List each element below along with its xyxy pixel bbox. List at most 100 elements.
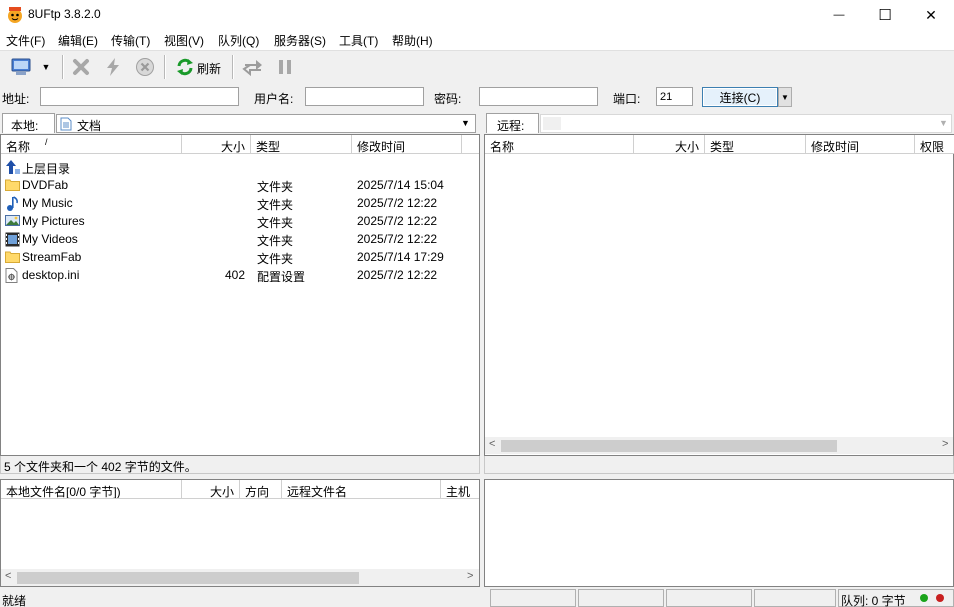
- username-input[interactable]: [305, 87, 424, 106]
- pictures-folder-icon: [5, 214, 20, 229]
- pause-icon[interactable]: [274, 56, 296, 78]
- address-input[interactable]: [40, 87, 239, 106]
- file-name: My Videos: [22, 232, 78, 246]
- remote-col-modified[interactable]: 修改时间: [806, 135, 915, 154]
- remote-horizontal-scrollbar[interactable]: < >: [485, 437, 953, 454]
- site-manager-dropdown-icon[interactable]: ▼: [38, 56, 54, 78]
- menu-server[interactable]: 服务器(S): [274, 32, 326, 49]
- status-panel-4: [754, 589, 836, 607]
- queue-horizontal-scrollbar[interactable]: < >: [1, 569, 479, 586]
- maximize-button[interactable]: ☐: [862, 0, 908, 30]
- queue-col-host[interactable]: 主机: [441, 480, 479, 499]
- remote-label: 远程:: [486, 113, 539, 133]
- videos-folder-icon: [5, 232, 20, 247]
- local-file-row[interactable]: My Videos 文件夹 2025/7/2 12:22: [1, 230, 477, 248]
- scrollbar-thumb[interactable]: [501, 440, 837, 452]
- scroll-left-icon[interactable]: <: [5, 570, 11, 582]
- address-label: 地址:: [2, 92, 30, 106]
- music-folder-icon: [5, 196, 20, 211]
- connect-button[interactable]: 连接(C): [702, 87, 778, 107]
- disconnect-icon[interactable]: [70, 56, 92, 78]
- ini-file-icon: [5, 268, 20, 283]
- file-type: 配置设置: [257, 270, 306, 284]
- status-bar: 就绪 队列: 0 字节: [0, 588, 954, 607]
- queue-list[interactable]: 本地文件名[0/0 字节]) 大小 方向 远程文件名 主机 < >: [0, 479, 480, 587]
- file-type: 文件夹: [257, 234, 294, 248]
- file-type: 文件夹: [257, 198, 294, 212]
- local-file-list[interactable]: 名称 / 大小 类型 修改时间 上层目录 DVDFab 文件夹 2025/7/14 1…: [0, 134, 480, 456]
- remote-col-size[interactable]: 大小: [634, 135, 705, 154]
- status-panel-3: [666, 589, 752, 607]
- password-label: 密码:: [434, 92, 462, 106]
- maximize-icon: ☐: [878, 7, 892, 24]
- receive-indicator-icon: [936, 594, 944, 602]
- queue-col-size[interactable]: 大小: [182, 480, 240, 499]
- menu-tools[interactable]: 工具(T): [339, 32, 378, 49]
- chevron-down-icon: ▼: [781, 92, 789, 102]
- stop-icon[interactable]: [134, 56, 156, 78]
- local-path-combo[interactable]: 文档 ▼: [56, 114, 476, 133]
- queue-col-remote-file[interactable]: 远程文件名: [282, 480, 441, 499]
- local-file-row[interactable]: My Music 文件夹 2025/7/2 12:22: [1, 194, 477, 212]
- scroll-right-icon[interactable]: >: [942, 438, 948, 450]
- close-button[interactable]: ✕: [908, 0, 954, 30]
- menu-file[interactable]: 文件(F): [6, 32, 45, 49]
- username-label: 用户名:: [254, 92, 294, 106]
- file-type: 文件夹: [257, 180, 294, 194]
- local-col-size[interactable]: 大小: [182, 135, 251, 154]
- remote-path-combo[interactable]: ▼: [540, 114, 952, 133]
- file-name: desktop.ini: [22, 268, 80, 282]
- scroll-left-icon[interactable]: <: [489, 438, 495, 450]
- local-file-row[interactable]: desktop.ini 402 配置设置 2025/7/2 12:22: [1, 266, 477, 284]
- file-type: 文件夹: [257, 252, 294, 266]
- quick-connect-icon[interactable]: [102, 56, 124, 78]
- minimize-icon: —: [833, 9, 845, 21]
- log-panel[interactable]: [484, 479, 954, 587]
- local-file-row[interactable]: My Pictures 文件夹 2025/7/2 12:22: [1, 212, 477, 230]
- local-status-text: 5 个文件夹和一个 402 字节的文件。: [4, 460, 197, 474]
- remote-path-bar: 远程: ▼: [484, 112, 954, 134]
- menu-edit[interactable]: 编辑(E): [58, 32, 98, 49]
- remote-file-list[interactable]: 名称 大小 类型 修改时间 权限 < >: [484, 134, 954, 456]
- local-col-type[interactable]: 类型: [251, 135, 352, 154]
- local-col-name[interactable]: 名称 /: [1, 135, 182, 154]
- refresh-icon[interactable]: [174, 56, 196, 78]
- menu-view[interactable]: 视图(V): [164, 32, 204, 49]
- queue-col-local-file[interactable]: 本地文件名[0/0 字节]): [1, 480, 182, 499]
- remote-col-name[interactable]: 名称: [485, 135, 634, 154]
- password-input[interactable]: [479, 87, 598, 106]
- remote-col-permissions[interactable]: 权限: [915, 135, 954, 154]
- port-input[interactable]: [656, 87, 693, 106]
- queue-col-direction[interactable]: 方向: [240, 480, 282, 499]
- refresh-button-label[interactable]: 刷新: [197, 60, 221, 77]
- queue-status-text: 队列: 0 字节: [841, 594, 906, 607]
- parent-directory-label: 上层目录: [22, 162, 71, 176]
- local-col-modified[interactable]: 修改时间: [352, 135, 462, 154]
- site-manager-icon[interactable]: [10, 56, 32, 78]
- window-title: 8UFtp 3.8.2.0: [28, 7, 101, 21]
- remote-col-type[interactable]: 类型: [705, 135, 806, 154]
- file-name: DVDFab: [22, 178, 69, 192]
- file-modified: 2025/7/14 15:04: [357, 178, 444, 192]
- chevron-down-icon[interactable]: ▼: [939, 118, 948, 128]
- file-modified: 2025/7/2 12:22: [357, 268, 438, 282]
- parent-directory-row[interactable]: 上层目录: [1, 158, 477, 176]
- chevron-down-icon[interactable]: ▼: [461, 118, 470, 128]
- file-modified: 2025/7/14 17:29: [357, 250, 444, 264]
- send-indicator-icon: [920, 594, 928, 602]
- remote-status: [484, 456, 954, 474]
- local-file-row[interactable]: DVDFab 文件夹 2025/7/14 15:04: [1, 176, 477, 194]
- local-file-row[interactable]: StreamFab 文件夹 2025/7/14 17:29: [1, 248, 477, 266]
- menu-transfer[interactable]: 传输(T): [111, 32, 150, 49]
- sync-browse-icon[interactable]: [242, 56, 264, 78]
- local-path-bar: 本地: 文档 ▼: [0, 112, 480, 134]
- connect-dropdown-button[interactable]: ▼: [778, 87, 792, 107]
- quick-connect-bar: 地址: 用户名: 密码: 端口: 连接(C) ▼: [0, 83, 954, 110]
- menu-help[interactable]: 帮助(H): [392, 32, 433, 49]
- scroll-right-icon[interactable]: >: [467, 570, 473, 582]
- file-modified: 2025/7/2 12:22: [357, 196, 438, 210]
- up-arrow-icon: [5, 159, 20, 174]
- scrollbar-thumb[interactable]: [17, 572, 359, 584]
- minimize-button[interactable]: —: [816, 0, 862, 30]
- menu-queue[interactable]: 队列(Q): [218, 32, 259, 49]
